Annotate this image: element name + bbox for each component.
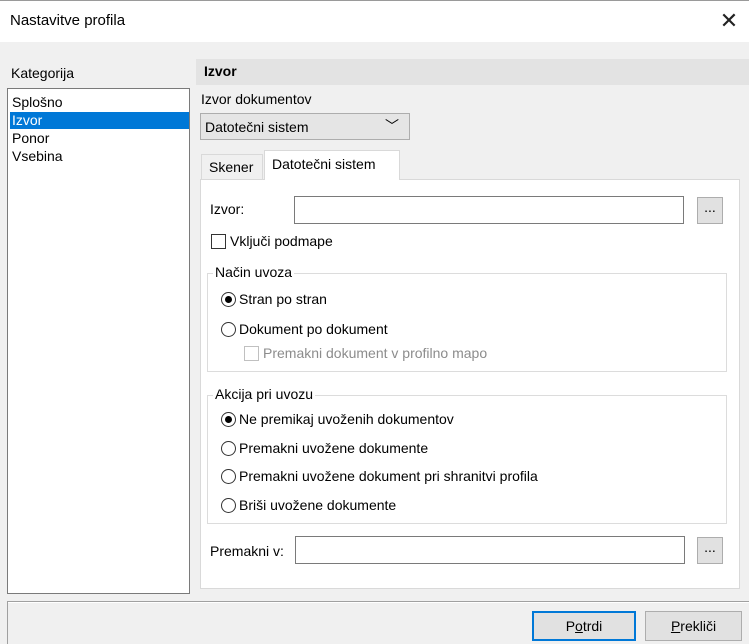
category-item-general[interactable]: Splošno	[12, 94, 187, 111]
move-to-profile-label: Premakni dokument v profilno mapo	[263, 345, 488, 361]
title-bar: Nastavitve profila ✕	[0, 0, 749, 42]
radio-doc-by-doc[interactable]	[221, 322, 236, 337]
import-action-legend: Akcija pri uvozu	[213, 386, 316, 402]
chevron-down-icon: ﹀	[385, 118, 399, 134]
category-header: Kategorija	[7, 62, 192, 86]
radio-no-move[interactable]	[221, 412, 236, 427]
category-item-content[interactable]: Vsebina	[12, 148, 187, 165]
category-list[interactable]: Splošno Izvor Ponor Vsebina	[7, 88, 190, 594]
include-subfolders-label: Vključi podmape	[230, 233, 333, 249]
radio-move-imported-label: Premakni uvožene dokumente	[239, 440, 429, 456]
window-title: Nastavitve profila	[10, 12, 126, 29]
source-doc-label: Izvor dokumentov	[201, 91, 312, 107]
section-header: Izvor	[196, 59, 749, 85]
source-path-input[interactable]	[294, 196, 684, 224]
radio-move-on-save-label: Premakni uvožene dokument pri shranitvi …	[239, 468, 538, 484]
category-item-source[interactable]: Izvor	[10, 112, 189, 129]
include-subfolders-checkbox[interactable]	[211, 234, 226, 249]
window-border	[0, 0, 749, 1]
move-to-label: Premakni v:	[210, 543, 284, 559]
source-path-label: Izvor:	[210, 201, 245, 217]
footer-left-edge	[7, 601, 8, 644]
import-mode-legend: Način uvoza	[213, 264, 295, 280]
tab-filesystem-label: Datotečni sistem	[272, 156, 376, 172]
category-header-label: Kategorija	[11, 65, 75, 81]
source-doc-dropdown[interactable]: Datotečni sistem ﹀	[200, 113, 410, 140]
tab-scanner-label: Skener	[209, 159, 254, 175]
tab-scanner[interactable]: Skener	[201, 154, 263, 180]
confirm-accelerator: o	[575, 618, 583, 634]
cancel-button[interactable]: Prekliči	[645, 611, 742, 641]
move-to-input[interactable]	[295, 536, 685, 564]
confirm-label-post: trdi	[582, 618, 603, 634]
radio-delete-imported-label: Briši uvožene dokumente	[239, 497, 397, 513]
category-item-sink[interactable]: Ponor	[12, 130, 187, 147]
source-browse-button[interactable]: ...	[697, 197, 723, 224]
move-to-profile-checkbox[interactable]	[244, 346, 259, 361]
radio-move-on-save[interactable]	[221, 469, 236, 484]
source-doc-value: Datotečni sistem	[205, 119, 309, 135]
footer-divider-highlight	[7, 602, 749, 603]
radio-no-move-label: Ne premikaj uvoženih dokumentov	[239, 411, 454, 427]
confirm-label-pre: P	[565, 618, 576, 634]
section-title: Izvor	[204, 63, 237, 79]
radio-delete-imported[interactable]	[221, 498, 236, 513]
tab-filesystem[interactable]: Datotečni sistem	[264, 150, 400, 180]
move-to-browse-button[interactable]: ...	[697, 537, 723, 564]
close-icon[interactable]: ✕	[709, 4, 749, 40]
cancel-label-post: rekliči	[680, 618, 717, 634]
radio-doc-by-doc-label: Dokument po dokument	[239, 321, 388, 337]
cancel-accelerator: P	[670, 618, 681, 634]
confirm-button[interactable]: Potrdi	[532, 611, 636, 641]
radio-page-by-page-label: Stran po stran	[239, 291, 327, 307]
radio-page-by-page[interactable]	[221, 292, 236, 307]
radio-move-imported[interactable]	[221, 441, 236, 456]
